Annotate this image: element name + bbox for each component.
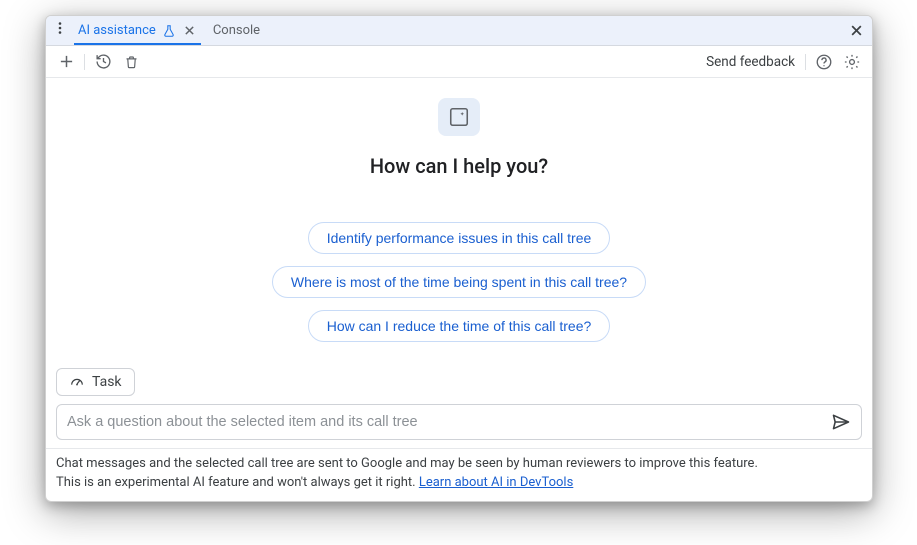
suggestion-chip[interactable]: Where is most of the time being spent in… [272,266,646,298]
tab-label: AI assistance [78,23,156,38]
more-menu-button[interactable] [50,16,70,40]
chat-input[interactable] [67,414,827,430]
disclaimer-footer: Chat messages and the selected call tree… [46,448,872,501]
toolbar: Send feedback [46,46,872,78]
help-icon [815,53,833,71]
input-row [46,404,872,448]
disclaimer-line1: Chat messages and the selected call tree… [56,456,758,471]
kebab-icon [53,21,67,35]
trash-icon [124,54,139,70]
suggestion-chip[interactable]: How can I reduce the time of this call t… [308,310,611,342]
tab-ai-assistance[interactable]: AI assistance [70,16,205,45]
disclaimer-line2: This is an experimental AI feature and w… [56,475,419,490]
settings-button[interactable] [840,50,864,74]
devtools-window: AI assistance Console Send feedback [45,15,873,502]
tab-console[interactable]: Console [205,16,268,45]
new-chat-button[interactable] [54,50,78,74]
tab-label: Console [213,23,260,38]
context-chip-task[interactable]: Task [56,368,135,396]
help-button[interactable] [812,50,836,74]
performance-icon [69,374,85,390]
main-content: How can I help you? Identify performance… [46,78,872,404]
hero-title: How can I help you? [370,154,548,178]
send-feedback-link[interactable]: Send feedback [702,54,799,70]
hero-icon [438,98,480,136]
delete-button[interactable] [119,50,143,74]
history-icon [95,53,112,70]
gear-icon [843,53,861,71]
plus-icon [59,54,74,69]
learn-more-link[interactable]: Learn about AI in DevTools [419,475,573,490]
suggestion-chip[interactable]: Identify performance issues in this call… [308,222,611,254]
history-button[interactable] [91,50,115,74]
send-icon [831,412,851,432]
context-row: Task [56,368,135,396]
panel-close-button[interactable] [840,16,872,45]
context-chip-label: Task [92,374,122,390]
chat-input-box [56,404,862,440]
tabbar: AI assistance Console [46,16,872,46]
experiment-icon [162,24,176,38]
close-icon [850,24,863,37]
send-button[interactable] [827,408,855,436]
tab-close-button[interactable] [182,25,197,36]
close-icon [184,25,195,36]
ai-sparkle-icon [448,106,470,128]
suggestion-list: Identify performance issues in this call… [272,222,646,342]
